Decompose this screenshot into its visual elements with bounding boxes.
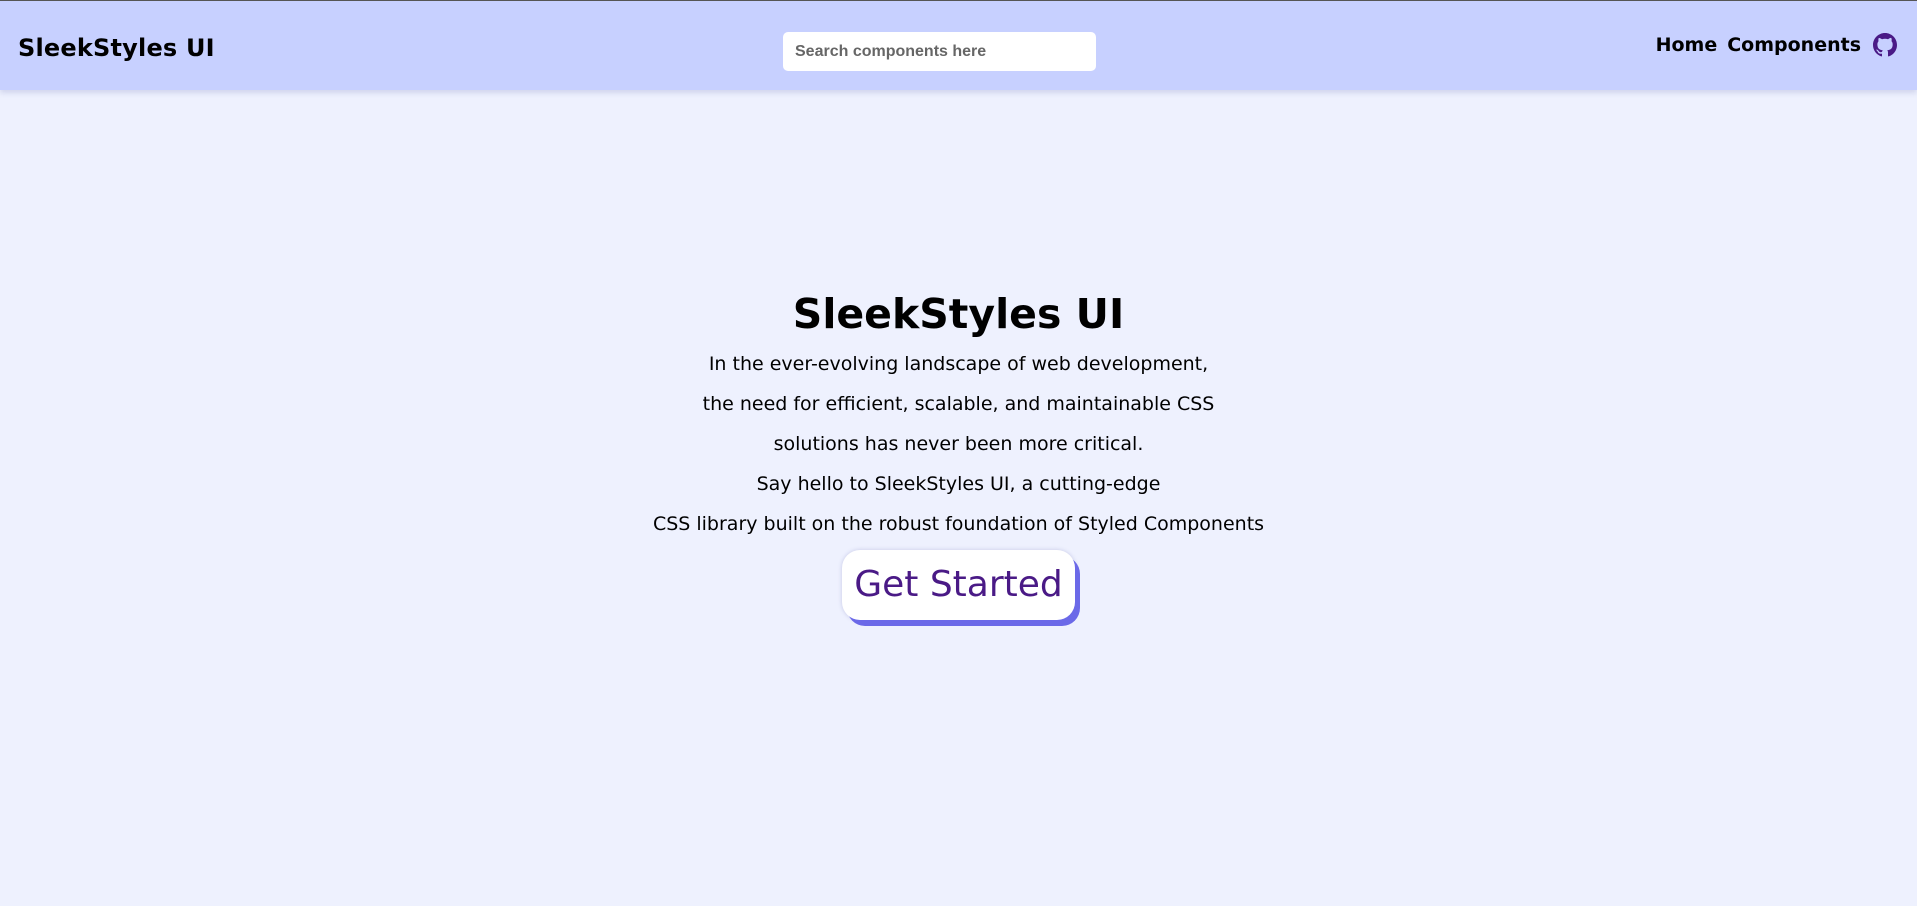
hero-section: SleekStyles UI In the ever-evolving land… <box>0 286 1917 620</box>
nav-link-home[interactable]: Home <box>1656 34 1718 56</box>
hero-line: In the ever-evolving landscape of web de… <box>708 353 1209 375</box>
search-input[interactable] <box>783 32 1096 71</box>
navbar: SleekStyles UI Home Components <box>0 0 1917 90</box>
hero-line: solutions has never been more critical. <box>773 433 1144 455</box>
cta-container: Get Started <box>0 550 1917 620</box>
hero-line: Say hello to SleekStyles UI, a cutting-e… <box>756 473 1161 495</box>
nav-link-components[interactable]: Components <box>1727 34 1861 56</box>
github-icon[interactable] <box>1873 33 1897 57</box>
hero-line: the need for efficient, scalable, and ma… <box>702 393 1215 415</box>
hero-title: SleekStyles UI <box>792 290 1125 338</box>
hero-line: CSS library built on the robust foundati… <box>652 513 1265 535</box>
brand-logo[interactable]: SleekStyles UI <box>18 34 215 62</box>
nav-links: Home Components <box>1656 33 1897 57</box>
get-started-button[interactable]: Get Started <box>842 550 1075 620</box>
hero-description: In the ever-evolving landscape of web de… <box>0 344 1917 544</box>
